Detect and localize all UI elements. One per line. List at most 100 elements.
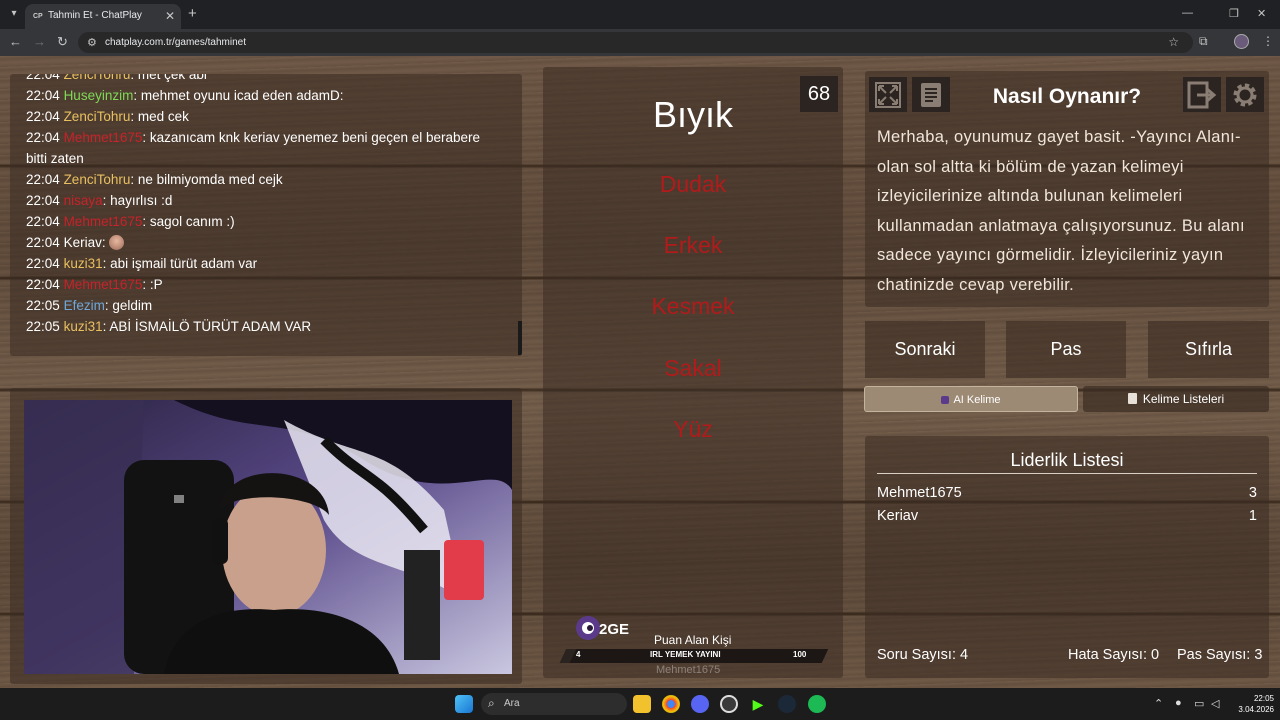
- taskbar-clock[interactable]: 22:05 3.04.2026: [1232, 693, 1274, 715]
- tab-ai-word[interactable]: AI Kelime: [864, 386, 1078, 412]
- back-icon[interactable]: ←: [9, 34, 22, 49]
- chat-timestamp: 22:04: [26, 172, 60, 187]
- chat-timestamp: 22:04: [26, 88, 60, 103]
- gear-icon: [1233, 83, 1257, 106]
- pass-count: Pas Sayısı: 3: [1177, 647, 1263, 663]
- settings-button[interactable]: [1226, 77, 1264, 112]
- leaderboard-title: Liderlik Listesi: [1010, 450, 1124, 470]
- tab-search-icon[interactable]: ▾: [6, 6, 22, 22]
- obs-icon[interactable]: [720, 695, 738, 713]
- file-explorer-icon[interactable]: [633, 695, 651, 713]
- chat-message: 22:04 kuzi31: abi işmail türüt adam var: [26, 253, 496, 274]
- site-info-icon[interactable]: ⚙: [87, 36, 97, 49]
- taskbar-search-placeholder: Ara: [504, 698, 520, 709]
- browser-tab[interactable]: CP Tahmin Et - ChatPlay ✕: [25, 4, 181, 29]
- how-to-play-text: Merhaba, oyunumuz gayet basit. -Yayıncı …: [877, 128, 1245, 294]
- chat-text: : ne bilmiyomda med cejk: [130, 172, 283, 187]
- chat-timestamp: 22:04: [26, 277, 60, 292]
- chat-message: 22:05 kuzi31: ABİ İSMAİLÖ TÜRÜT ADAM VAR: [26, 316, 496, 337]
- chat-username[interactable]: Keriav: [64, 235, 102, 250]
- chat-timestamp: 22:04: [26, 256, 60, 271]
- forward-icon[interactable]: →: [33, 34, 46, 49]
- taboo-word: Dudak: [659, 171, 727, 197]
- chat-text: :: [101, 235, 110, 250]
- webcam-image: [24, 400, 512, 674]
- taskbar-search[interactable]: ⌕ Ara: [481, 693, 627, 715]
- steam-icon[interactable]: [778, 695, 796, 713]
- chat-text: : hayırlısı :d: [102, 193, 173, 208]
- tray-chevron-icon[interactable]: ⌃: [1154, 697, 1163, 710]
- chat-message: 22:04 ZenciTohru: met çek abi: [26, 74, 496, 85]
- chat-username[interactable]: Efezim: [64, 298, 105, 313]
- chat-timestamp: 22:04: [26, 214, 60, 229]
- url-text[interactable]: chatplay.com.tr/games/tahminet: [105, 37, 246, 48]
- chat-username[interactable]: Huseyinzim: [64, 88, 134, 103]
- volume-icon[interactable]: ◁: [1211, 697, 1219, 710]
- extensions-icon[interactable]: ⧉: [1199, 34, 1208, 49]
- chat-username[interactable]: nisaya: [64, 193, 103, 208]
- chat-text: : geldim: [104, 298, 153, 313]
- windows-taskbar: ⌕ Ara ▶ ⌃ ● ▭ ◁ 22:05 3.04.2026: [0, 688, 1280, 720]
- chat-timestamp: 22:04: [26, 109, 60, 124]
- chat-text: : sagol canım :): [142, 214, 235, 229]
- leaderboard-player-name: Keriav: [877, 508, 919, 524]
- chat-message: 22:04 Huseyinzim: mehmet oyunu icad eden…: [26, 85, 496, 106]
- maximize-icon[interactable]: ❐: [1229, 7, 1239, 20]
- chat-text: : ABİ İSMAİLÖ TÜRÜT ADAM VAR: [102, 319, 312, 334]
- webcam-video: [24, 400, 512, 674]
- chat-emote-icon: [109, 235, 125, 250]
- chat-username[interactable]: ZenciTohru: [64, 74, 131, 82]
- chat-username[interactable]: Mehmet1675: [64, 130, 143, 145]
- bookmark-star-icon[interactable]: ☆: [1168, 35, 1179, 49]
- profile-avatar[interactable]: [1234, 34, 1249, 49]
- word-card-panel: 68 Bıyık Dudak Erkek Kesmek Sakal Yüz 2G…: [543, 67, 843, 678]
- score-bar-caption: IRL YEMEK YAYINI: [650, 650, 721, 659]
- chat-panel: 22:04 ZenciTohru: met çek abi 22:04 Husey…: [10, 74, 522, 356]
- score-owner-label: Puan Alan Kişi: [654, 633, 732, 647]
- kick-icon[interactable]: ▶: [749, 695, 767, 713]
- site-favicon-icon: CP: [33, 13, 43, 20]
- close-window-icon[interactable]: ✕: [1257, 7, 1266, 20]
- pass-button[interactable]: Pas: [1006, 321, 1126, 378]
- next-button[interactable]: Sonraki: [865, 321, 985, 378]
- chrome-icon[interactable]: [662, 695, 680, 713]
- clipboard-icon: [1127, 393, 1137, 404]
- network-icon[interactable]: ▭: [1194, 697, 1204, 710]
- start-icon[interactable]: [455, 695, 473, 713]
- chat-message: 22:04 Mehmet1675: :P: [26, 274, 496, 295]
- chat-username[interactable]: Mehmet1675: [64, 214, 143, 229]
- chat-username[interactable]: kuzi31: [64, 256, 103, 271]
- leaderboard-player-score: 3: [1248, 485, 1257, 501]
- leaderboard-player-score: 1: [1248, 508, 1257, 524]
- chat-message-list: 22:04 ZenciTohru: met çek abi 22:04 Husey…: [26, 74, 496, 337]
- spotify-icon[interactable]: [808, 695, 826, 713]
- discord-icon[interactable]: [691, 695, 709, 713]
- reload-icon[interactable]: ↻: [57, 34, 68, 50]
- tab-word-lists[interactable]: Kelime Listeleri: [1083, 386, 1269, 412]
- search-icon: ⌕: [488, 696, 495, 710]
- tab-title: Tahmin Et - ChatPlay: [48, 10, 142, 21]
- chat-username[interactable]: ZenciTohru: [64, 172, 131, 187]
- tab-close-icon[interactable]: ✕: [165, 9, 175, 23]
- reset-button[interactable]: Sıfırla: [1148, 321, 1269, 378]
- chat-username[interactable]: Mehmet1675: [64, 277, 143, 292]
- chat-username[interactable]: ZenciTohru: [64, 109, 131, 124]
- new-tab-icon[interactable]: +: [188, 5, 197, 22]
- leaderboard-divider: [877, 473, 1257, 474]
- question-count: Soru Sayısı: 4: [877, 647, 969, 663]
- microphone-icon[interactable]: ●: [1175, 697, 1182, 709]
- minimize-icon[interactable]: —: [1182, 7, 1193, 19]
- exit-button[interactable]: [1183, 77, 1221, 112]
- tab-word-lists-label: Kelime Listeleri: [1142, 392, 1225, 406]
- chat-username[interactable]: kuzi31: [64, 319, 103, 334]
- address-bar[interactable]: ⚙ chatplay.com.tr/games/tahminet ☆: [78, 32, 1193, 53]
- menu-kebab-icon[interactable]: ⋮: [1262, 34, 1274, 48]
- taboo-word: Yüz: [673, 416, 713, 442]
- score-progress-fill: [559, 649, 577, 663]
- chat-timestamp: 22:04: [26, 235, 60, 250]
- leaderboard-panel: Liderlik Listesi Mehmet1675 3 Keriav 1 S…: [865, 436, 1269, 678]
- webcam-panel: [10, 388, 522, 684]
- how-to-play-panel: Nasıl Oynanır? Merhaba, oyunumuz gayet b…: [865, 71, 1269, 307]
- exit-icon: [1187, 81, 1217, 108]
- chat-scrollbar[interactable]: [518, 321, 522, 355]
